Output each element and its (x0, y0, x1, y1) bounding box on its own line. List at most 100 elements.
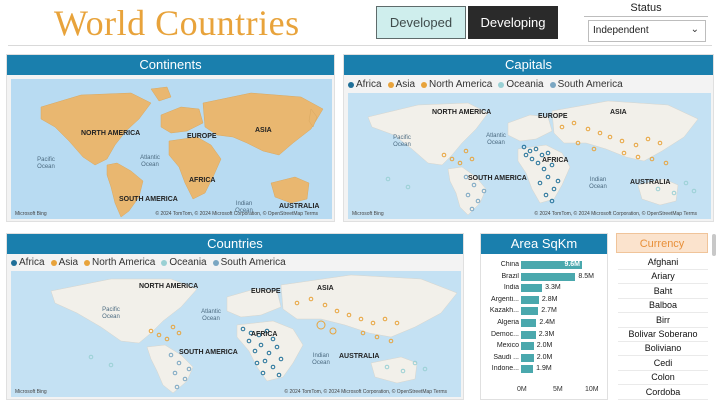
legend-item-north-america[interactable]: North America (421, 79, 492, 90)
map-point[interactable] (108, 362, 114, 368)
map-point[interactable] (164, 336, 170, 342)
legend-item-oceania[interactable]: Oceania (498, 79, 544, 90)
map-point[interactable] (384, 364, 390, 370)
map-point[interactable] (172, 370, 178, 376)
map-point[interactable] (329, 327, 337, 335)
map-point[interactable] (481, 188, 487, 194)
map-point[interactable] (388, 338, 394, 344)
map-point[interactable] (549, 198, 555, 204)
countries-map[interactable]: NORTH AMERICA EUROPE ASIA AFRICA SOUTH A… (11, 271, 461, 397)
map-point[interactable] (671, 190, 677, 196)
map-point[interactable] (316, 320, 326, 330)
map-point[interactable] (551, 186, 557, 192)
map-point[interactable] (449, 156, 455, 162)
map-point[interactable] (168, 352, 174, 358)
currency-item[interactable]: Colon (618, 371, 708, 386)
map-point[interactable] (260, 370, 266, 376)
map-point[interactable] (308, 296, 314, 302)
map-point[interactable] (523, 152, 529, 158)
map-point[interactable] (370, 320, 376, 326)
bar[interactable] (521, 330, 536, 339)
map-point[interactable] (270, 364, 276, 370)
continents-map[interactable]: NORTH AMERICA EUROPE ASIA AFRICA SOUTH A… (11, 79, 332, 219)
developing-button[interactable]: Developing (468, 6, 558, 39)
map-point[interactable] (463, 148, 469, 154)
map-point[interactable] (457, 160, 463, 166)
currency-item[interactable]: Cedi (618, 356, 708, 371)
map-point[interactable] (533, 146, 539, 152)
map-point[interactable] (635, 154, 641, 160)
map-point[interactable] (475, 198, 481, 204)
map-point[interactable] (252, 348, 258, 354)
map-point[interactable] (527, 148, 533, 154)
map-point[interactable] (412, 360, 418, 366)
map-point[interactable] (176, 330, 182, 336)
bar[interactable] (521, 284, 543, 293)
map-point[interactable] (619, 138, 625, 144)
map-point[interactable] (360, 330, 366, 336)
map-point[interactable] (545, 150, 551, 156)
map-point[interactable] (607, 134, 613, 140)
bar[interactable] (521, 295, 539, 304)
legend-item-asia[interactable]: Asia (50, 257, 78, 268)
map-point[interactable] (422, 366, 428, 372)
bar[interactable] (521, 365, 534, 374)
map-point[interactable] (274, 344, 280, 350)
status-dropdown[interactable]: Independent ⌄ (588, 20, 706, 42)
map-point[interactable] (441, 152, 447, 158)
map-point[interactable] (374, 334, 380, 340)
map-point[interactable] (691, 188, 697, 194)
map-point[interactable] (148, 328, 154, 334)
legend-item-asia[interactable]: Asia (387, 79, 415, 90)
map-point[interactable] (294, 300, 300, 306)
currency-item[interactable]: Cordoba (618, 385, 708, 400)
map-point[interactable] (278, 356, 284, 362)
map-point[interactable] (537, 180, 543, 186)
map-point[interactable] (254, 360, 260, 366)
map-point[interactable] (683, 180, 689, 186)
map-point[interactable] (559, 124, 565, 130)
map-point[interactable] (597, 130, 603, 136)
map-credit[interactable]: © 2024 TomTom, © 2024 Microsoft Corporat… (155, 211, 318, 217)
map-point[interactable] (645, 136, 651, 142)
map-point[interactable] (400, 368, 406, 374)
map-point[interactable] (529, 156, 535, 162)
map-point[interactable] (585, 126, 591, 132)
bar[interactable] (521, 307, 539, 316)
map-point[interactable] (258, 342, 264, 348)
map-credit[interactable]: © 2024 TomTom, © 2024 Microsoft Corporat… (284, 389, 447, 395)
map-point[interactable] (176, 360, 182, 366)
map-point[interactable] (156, 332, 162, 338)
bar[interactable] (521, 353, 534, 362)
map-point[interactable] (471, 182, 477, 188)
map-point[interactable] (571, 120, 577, 126)
bar[interactable] (521, 319, 537, 327)
map-point[interactable] (469, 156, 475, 162)
map-point[interactable] (469, 206, 475, 212)
bar[interactable] (521, 272, 576, 281)
map-point[interactable] (182, 376, 188, 382)
map-point[interactable] (246, 338, 252, 344)
map-point[interactable] (591, 146, 597, 152)
map-point[interactable] (334, 308, 340, 314)
map-point[interactable] (174, 384, 180, 390)
map-point[interactable] (465, 192, 471, 198)
bar[interactable] (521, 342, 534, 351)
map-point[interactable] (621, 150, 627, 156)
map-point[interactable] (663, 160, 669, 166)
legend-item-oceania[interactable]: Oceania (161, 257, 207, 268)
map-point[interactable] (649, 156, 655, 162)
map-point[interactable] (555, 178, 561, 184)
map-point[interactable] (186, 366, 192, 372)
map-point[interactable] (240, 326, 246, 332)
developed-button[interactable]: Developed (376, 6, 466, 39)
currency-item[interactable]: Balboa (618, 299, 708, 314)
legend-item-africa[interactable]: Africa (11, 257, 45, 268)
legend-item-south-america[interactable]: South America (212, 257, 286, 268)
legend-item-south-america[interactable]: South America (549, 79, 623, 90)
currency-item[interactable]: Bolivar Soberano (618, 328, 708, 342)
map-point[interactable] (322, 302, 328, 308)
legend-item-north-america[interactable]: North America (84, 257, 155, 268)
map-point[interactable] (575, 140, 581, 146)
map-point[interactable] (358, 316, 364, 322)
